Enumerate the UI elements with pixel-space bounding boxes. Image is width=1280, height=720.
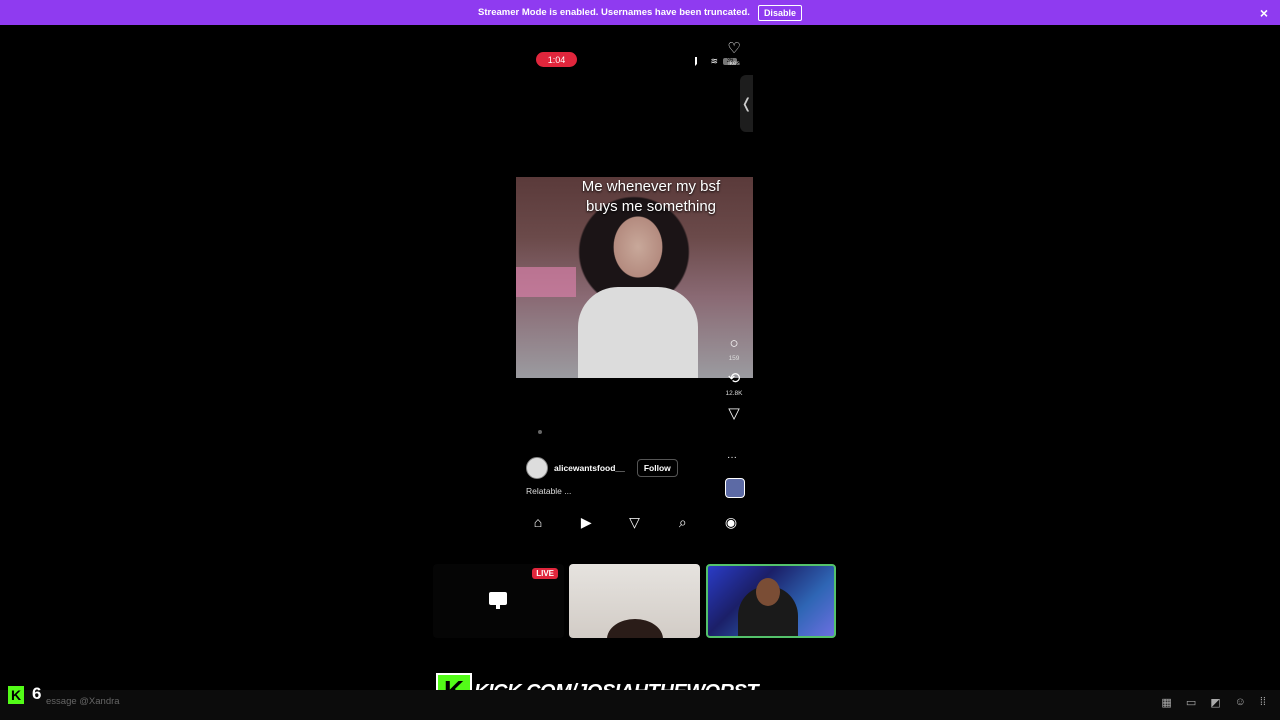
comments-count: 159 <box>728 355 740 362</box>
disable-button[interactable]: Disable <box>757 4 802 21</box>
monitor-icon <box>489 592 507 609</box>
badge-icon[interactable]: ◩ <box>1210 696 1220 709</box>
send-nav-icon[interactable]: ▽ <box>625 514 645 531</box>
streamer-face <box>756 578 780 606</box>
comment-icon: ○ <box>729 335 739 352</box>
participant-figure <box>607 619 663 638</box>
signal-icon <box>695 57 705 66</box>
send-icon: ▽ <box>728 405 740 422</box>
more-options-icon[interactable]: ··· <box>727 452 737 463</box>
profile-icon[interactable]: ◉ <box>721 514 741 531</box>
participant-cam-tile[interactable] <box>569 564 700 638</box>
author-username[interactable]: alicewantsfood__ <box>554 463 625 473</box>
reels-icon[interactable]: ▶ <box>576 514 596 531</box>
share-action[interactable]: ▽ <box>728 405 740 423</box>
heart-icon: ♡ <box>727 40 741 57</box>
chat-bar <box>0 690 1280 720</box>
author-avatar[interactable] <box>526 457 548 479</box>
chat-tools: ▦ ▭ ◩ ☺ ⁞⁞ <box>1161 696 1266 709</box>
video-bg-detail <box>516 267 576 297</box>
like-action[interactable]: ♡ ikes <box>727 40 740 67</box>
status-time: 1:04 <box>536 52 577 67</box>
close-icon[interactable]: × <box>1260 5 1268 21</box>
kick-icon: K <box>8 686 24 704</box>
author-row: alicewantsfood__ Follow <box>526 457 678 479</box>
video-figure <box>578 287 698 378</box>
clip-icon[interactable]: ▭ <box>1186 696 1196 709</box>
banner-message: Streamer Mode is enabled. Usernames have… <box>478 7 750 18</box>
reposts-count: 12.8K <box>725 390 743 397</box>
gift-icon[interactable]: ▦ <box>1161 696 1171 709</box>
chevron-left-icon: ❬ <box>740 95 753 111</box>
home-icon[interactable]: ⌂ <box>528 514 548 531</box>
post-description[interactable]: Relatable ... <box>526 486 571 496</box>
audio-thumbnail[interactable] <box>725 478 745 498</box>
comment-action[interactable]: ○ 159 <box>729 335 740 362</box>
search-icon[interactable]: ⌕ <box>673 514 693 531</box>
bottom-navigation: ⌂ ▶ ▽ ⌕ ◉ <box>528 514 741 531</box>
follow-button[interactable]: Follow <box>636 459 678 477</box>
loading-dot <box>538 430 542 434</box>
message-input[interactable]: essage @Xandra <box>46 696 120 707</box>
repost-action[interactable]: ⟲ 12.8K <box>726 370 743 397</box>
streamer-mode-banner: Streamer Mode is enabled. Usernames have… <box>0 0 1280 25</box>
live-badge: LIVE <box>532 568 558 579</box>
wifi-icon: ≋ <box>710 56 718 66</box>
action-rail-lower: ○ 159 ⟲ 12.8K ▽ <box>722 335 746 431</box>
likes-count: ikes <box>728 60 740 67</box>
streamer-cam-tile[interactable] <box>706 564 836 638</box>
emoji-icon[interactable]: ☺ <box>1235 696 1246 709</box>
phone-screen: 1:04 ≋ 36 ❬ Me whenever my bsf buys me s… <box>516 40 753 540</box>
apps-icon[interactable]: ⁞⁞ <box>1260 696 1266 709</box>
viewer-count: 6 <box>32 684 42 703</box>
screen-share-tile[interactable]: LIVE <box>433 564 564 638</box>
side-tab-handle[interactable]: ❬ <box>740 75 753 132</box>
repost-icon: ⟲ <box>727 370 741 387</box>
video-caption: Me whenever my bsf buys me something <box>581 178 721 215</box>
